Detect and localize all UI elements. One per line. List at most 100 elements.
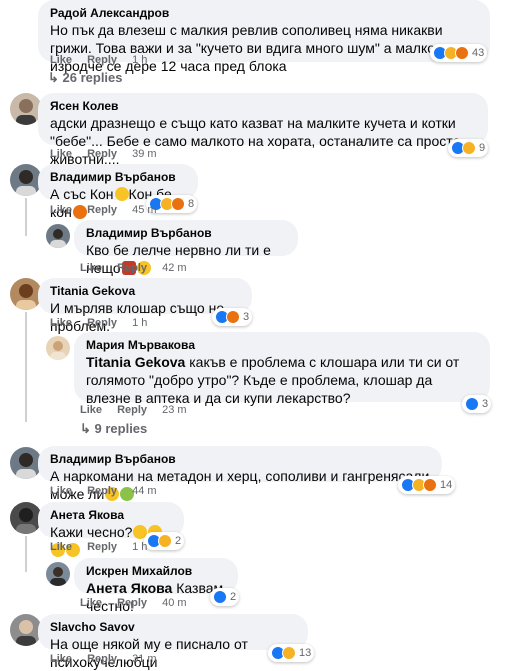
reaction-count: 13 bbox=[299, 647, 312, 659]
thread-line bbox=[25, 312, 27, 422]
timestamp[interactable]: 40 m bbox=[162, 597, 186, 609]
reaction-summary[interactable]: 14 bbox=[398, 476, 456, 494]
replies-arrow-icon: ↳ bbox=[80, 421, 95, 436]
reply-link[interactable]: Reply bbox=[87, 204, 117, 216]
thread-line bbox=[25, 198, 27, 236]
person-icon bbox=[50, 567, 66, 586]
replies-count: 9 replies bbox=[94, 421, 148, 436]
like-link[interactable]: Like bbox=[50, 317, 72, 329]
view-replies-link[interactable]: ↳ 26 replies bbox=[48, 70, 123, 86]
like-link[interactable]: Like bbox=[50, 485, 72, 497]
haha-reaction-icon bbox=[282, 646, 296, 660]
mention-link[interactable]: Titania Gekova bbox=[86, 354, 185, 370]
reaction-count: 14 bbox=[440, 479, 453, 491]
like-reaction-icon bbox=[213, 590, 227, 604]
reaction-count: 8 bbox=[188, 198, 195, 210]
like-reaction-icon bbox=[465, 397, 479, 411]
thinking-emoji-icon bbox=[114, 187, 129, 201]
replies-arrow-icon: ↳ bbox=[48, 70, 63, 85]
comment-actions: Like Reply 39 m bbox=[50, 148, 169, 160]
reply-link[interactable]: Reply bbox=[117, 404, 147, 416]
comment-text: Но пък да влезеш с малкия ревлив сополив… bbox=[50, 22, 449, 74]
reaction-summary[interactable]: 43 bbox=[430, 44, 488, 62]
like-link[interactable]: Like bbox=[50, 54, 72, 66]
comment-bubble: Мария Мърваковa Titania Gekova какъв е п… bbox=[74, 332, 490, 406]
comment-author[interactable]: Мария Мърваковa bbox=[86, 338, 478, 353]
like-link[interactable]: Like bbox=[80, 262, 102, 274]
comment-actions: Like Reply 45 m bbox=[50, 204, 169, 216]
reaction-summary[interactable]: 3 bbox=[212, 308, 253, 326]
reaction-count: 3 bbox=[482, 398, 489, 410]
comment-text-part: Кажи чесно? bbox=[50, 524, 133, 540]
angry-reaction-icon bbox=[455, 46, 469, 60]
comment-bubble: Ясен Колев адски дразнещо е също като ка… bbox=[38, 93, 488, 167]
comment-bubble: Владимир Върбанов Кво бе лелче нервно ли… bbox=[74, 220, 298, 276]
reaction-count: 2 bbox=[175, 535, 182, 547]
like-link[interactable]: Like bbox=[50, 204, 72, 216]
like-link[interactable]: Like bbox=[50, 148, 72, 160]
reply-link[interactable]: Reply bbox=[87, 541, 117, 553]
reaction-count: 2 bbox=[230, 591, 237, 603]
angry-reaction-icon bbox=[171, 197, 185, 211]
comment-author[interactable]: Titania Gekova bbox=[50, 284, 240, 299]
comment-author[interactable]: Владимир Върбанов bbox=[86, 226, 286, 241]
avatar[interactable] bbox=[46, 336, 70, 360]
angry-reaction-icon bbox=[423, 478, 437, 492]
comment-author[interactable]: Владимир Върбанов bbox=[50, 452, 430, 467]
comment-bubble: Slavcho Savov На още някой му е писнало … bbox=[38, 614, 308, 670]
replies-count: 26 replies bbox=[62, 70, 123, 85]
comment-bubble: Радой Александров Но пък да влезеш с мал… bbox=[38, 0, 490, 74]
reaction-summary[interactable]: 3 bbox=[462, 395, 492, 413]
avatar[interactable] bbox=[46, 224, 70, 248]
comment-author[interactable]: Анета Якова bbox=[50, 508, 172, 523]
reaction-summary[interactable]: 13 bbox=[268, 644, 315, 662]
reply-link[interactable]: Reply bbox=[87, 148, 117, 160]
comment-text: Titania Gekova какъв е проблема с клошар… bbox=[86, 353, 478, 407]
reply-link[interactable]: Reply bbox=[117, 597, 147, 609]
like-link[interactable]: Like bbox=[80, 404, 102, 416]
view-replies-link[interactable]: ↳ 9 replies bbox=[80, 421, 147, 437]
like-link[interactable]: Like bbox=[50, 653, 72, 665]
timestamp[interactable]: 44 m bbox=[132, 485, 156, 497]
timestamp[interactable]: 1 h bbox=[132, 317, 147, 329]
reply-link[interactable]: Reply bbox=[87, 485, 117, 497]
comment-author[interactable]: Владимир Върбанов bbox=[50, 170, 186, 185]
timestamp[interactable]: 1 h bbox=[132, 541, 147, 553]
thread-line bbox=[25, 536, 27, 572]
timestamp[interactable]: 31 m bbox=[132, 653, 156, 665]
reaction-count: 9 bbox=[479, 142, 486, 154]
reaction-count: 3 bbox=[243, 311, 250, 323]
timestamp[interactable]: 23 m bbox=[162, 404, 186, 416]
reply-link[interactable]: Reply bbox=[117, 262, 147, 274]
like-link[interactable]: Like bbox=[50, 541, 72, 553]
reaction-count: 43 bbox=[472, 47, 485, 59]
comment-actions: Like Reply 31 m bbox=[50, 653, 169, 665]
reply-link[interactable]: Reply bbox=[87, 54, 117, 66]
comment-author[interactable]: Slavcho Savov bbox=[50, 620, 296, 635]
reply-link[interactable]: Reply bbox=[87, 653, 117, 665]
like-link[interactable]: Like bbox=[80, 597, 102, 609]
comment-actions: Like Reply 44 m bbox=[50, 485, 169, 497]
person-icon bbox=[50, 341, 66, 360]
comment-author[interactable]: Радой Александров bbox=[50, 6, 478, 21]
comment-actions: Like Reply 40 m bbox=[80, 597, 199, 609]
reaction-summary[interactable]: 2 bbox=[210, 588, 240, 606]
mention-link[interactable]: Анета Якова bbox=[86, 580, 172, 596]
timestamp[interactable]: 45 m bbox=[132, 204, 156, 216]
comment-actions: Like Reply 1 h bbox=[50, 317, 159, 329]
comment-text-part: А със Кон bbox=[50, 186, 114, 202]
reply-link[interactable]: Reply bbox=[87, 317, 117, 329]
timestamp[interactable]: 1 h bbox=[132, 54, 147, 66]
comment-author[interactable]: Ясен Колев bbox=[50, 99, 476, 114]
person-icon bbox=[50, 229, 66, 248]
comment-author[interactable]: Искрен Михайлов bbox=[86, 564, 226, 579]
comment-actions: Like Reply 42 m bbox=[80, 262, 199, 274]
avatar[interactable] bbox=[46, 562, 70, 586]
haha-reaction-icon bbox=[158, 534, 172, 548]
timestamp[interactable]: 39 m bbox=[132, 148, 156, 160]
comment-actions: Like Reply 1 h bbox=[50, 541, 159, 553]
comment-actions: Like Reply 1 h bbox=[50, 54, 159, 66]
haha-reaction-icon bbox=[462, 141, 476, 155]
timestamp[interactable]: 42 m bbox=[162, 262, 186, 274]
reaction-summary[interactable]: 9 bbox=[448, 139, 489, 157]
